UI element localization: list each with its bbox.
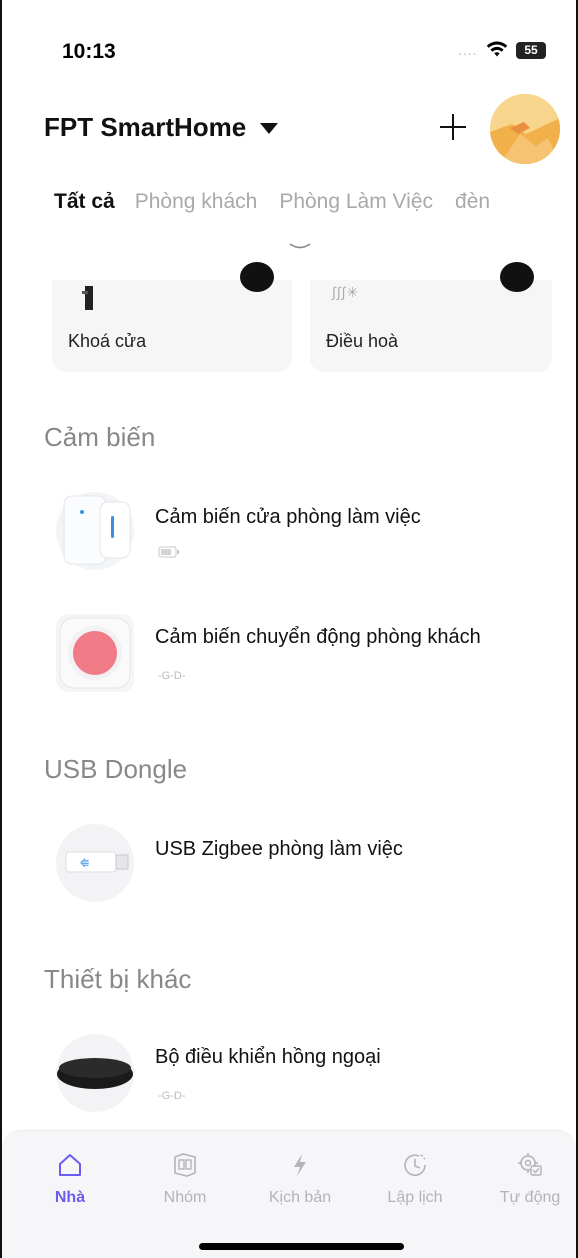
section-title-other-devices: Thiết bị khác bbox=[44, 964, 192, 994]
wifi-icon bbox=[486, 41, 508, 57]
section-title-usb-dongle: USB Dongle bbox=[44, 754, 188, 784]
motion-sensor-icon bbox=[59, 617, 131, 689]
avatar[interactable] bbox=[490, 94, 560, 164]
device-thumbnail bbox=[56, 492, 134, 570]
nav-scenes[interactable]: Kịch bản bbox=[250, 1151, 350, 1207]
tab-living-room[interactable]: Phòng khách bbox=[135, 190, 258, 214]
bottom-navigation: Nhà Nhóm Kịch bản Lập lịch Tự động bbox=[2, 1130, 576, 1258]
card-status-dot bbox=[240, 262, 274, 292]
automation-gear-icon bbox=[518, 1153, 542, 1176]
home-name: FPT SmartHome bbox=[44, 112, 247, 142]
device-ir-remote[interactable]: Bộ điều khiển hồng ngoại -G-D- bbox=[52, 1034, 572, 1134]
nav-automation[interactable]: Tự động bbox=[480, 1151, 576, 1207]
nav-group[interactable]: Nhóm bbox=[135, 1151, 235, 1207]
device-name: Cảm biến chuyển động phòng khách bbox=[155, 626, 481, 648]
signal-indicator: .... bbox=[458, 42, 478, 58]
clock-icon bbox=[404, 1154, 426, 1176]
nav-label: Nhóm bbox=[163, 1189, 207, 1206]
device-name: Cảm biến cửa phòng làm việc bbox=[155, 506, 421, 528]
device-thumbnail bbox=[56, 614, 134, 692]
device-card-air-conditioner[interactable]: ∫∫∫✳ Điều hoà bbox=[310, 262, 552, 372]
nav-home[interactable]: Nhà bbox=[20, 1151, 120, 1207]
device-name: Bộ điều khiển hồng ngoại bbox=[155, 1046, 381, 1068]
card-status-dot bbox=[500, 262, 534, 292]
home-indicator bbox=[199, 1243, 404, 1250]
ir-remote-icon bbox=[57, 1058, 133, 1089]
avatar-image bbox=[490, 94, 560, 164]
home-selector[interactable]: FPT SmartHome bbox=[44, 112, 279, 143]
nav-label: Lập lịch bbox=[387, 1189, 443, 1206]
nav-label: Kịch bản bbox=[268, 1189, 332, 1206]
battery-indicator: 55 bbox=[516, 42, 546, 59]
add-device-button[interactable] bbox=[436, 110, 470, 144]
card-label: Điều hoà bbox=[326, 331, 399, 351]
usb-dongle-icon: ⭅ bbox=[65, 851, 129, 873]
device-name: USB Zigbee phòng làm việc bbox=[155, 838, 403, 860]
app-screen: 10:13 .... 55 FPT SmartHome Tất cả Phòng… bbox=[0, 0, 578, 1258]
svg-text:⭅: ⭅ bbox=[80, 858, 89, 870]
nav-schedule[interactable]: Lập lịch bbox=[365, 1151, 465, 1207]
device-usb-zigbee[interactable]: ⭅ USB Zigbee phòng làm việc bbox=[52, 824, 572, 924]
home-icon bbox=[59, 1154, 81, 1176]
caret-down-icon bbox=[260, 123, 279, 134]
battery-icon bbox=[158, 546, 179, 558]
status-bar: 10:13 .... 55 bbox=[2, 38, 576, 68]
nav-label: Nhà bbox=[54, 1189, 86, 1206]
lightning-icon bbox=[294, 1154, 306, 1176]
tab-working-room[interactable]: Phòng Làm Việc bbox=[279, 190, 433, 214]
plug-icon: -G-D- bbox=[158, 1090, 186, 1102]
room-tabs: Tất cả Phòng khách Phòng Làm Việc đèn bbox=[54, 190, 490, 214]
tab-lights[interactable]: đèn bbox=[455, 190, 490, 214]
section-title-sensors: Cảm biến bbox=[44, 422, 156, 452]
device-thumbnail: ⭅ bbox=[56, 824, 134, 902]
device-door-sensor[interactable]: Cảm biến cửa phòng làm việc bbox=[52, 492, 572, 592]
device-card-door-lock[interactable]: Khoá cửa bbox=[52, 262, 292, 372]
device-motion-sensor[interactable]: Cảm biến chuyển động phòng khách -G-D- bbox=[52, 614, 572, 714]
nav-label: Tự động bbox=[499, 1189, 561, 1206]
chevron-down-icon[interactable] bbox=[289, 242, 311, 252]
door-lock-icon bbox=[82, 286, 93, 310]
tab-all[interactable]: Tất cả bbox=[54, 190, 115, 214]
group-icon bbox=[174, 1153, 196, 1177]
air-conditioner-icon: ∫∫∫✳ bbox=[332, 284, 360, 300]
card-label: Khoá cửa bbox=[68, 331, 147, 351]
device-thumbnail bbox=[56, 1034, 134, 1112]
plug-icon: -G-D- bbox=[158, 670, 186, 682]
door-sensor-icon bbox=[63, 495, 131, 565]
status-time: 10:13 bbox=[62, 40, 116, 63]
